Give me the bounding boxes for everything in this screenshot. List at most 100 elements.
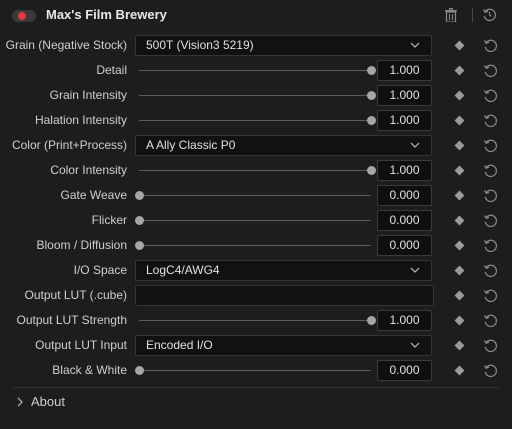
bloom-diffusion-value-field[interactable]: 0.000: [377, 235, 432, 256]
param-row-grain-negative-stock: Grain (Negative Stock) 500T (Vision3 5219…: [0, 33, 512, 58]
keyframe-diamond-icon[interactable]: [454, 215, 465, 226]
grain-negative-stock-dropdown[interactable]: 500T (Vision3 5219): [135, 35, 432, 56]
effect-title: Max's Film Brewery: [46, 7, 167, 22]
keyframe-diamond-icon[interactable]: [454, 90, 465, 101]
dropdown-value: A Ally Classic P0: [146, 138, 236, 152]
param-row-black-white: Black & White 0.000: [0, 358, 512, 383]
reset-all-icon[interactable]: [482, 7, 497, 22]
param-label: Grain Intensity: [49, 88, 127, 102]
reset-icon[interactable]: [483, 238, 498, 253]
chevron-down-icon: [410, 267, 420, 273]
dropdown-value: 500T (Vision3 5219): [146, 38, 254, 52]
param-row-color-intensity: Color Intensity 1.000: [0, 158, 512, 183]
param-label: Halation Intensity: [34, 113, 127, 127]
param-label: Output LUT (.cube): [24, 288, 128, 302]
param-row-grain-intensity: Grain Intensity 1.000: [0, 83, 512, 108]
reset-icon[interactable]: [483, 38, 498, 53]
param-row-detail: Detail 1.000: [0, 58, 512, 83]
param-row-output-lut-cube: Output LUT (.cube): [0, 283, 512, 308]
param-label: I/O Space: [73, 263, 127, 277]
color-intensity-value-field[interactable]: 1.000: [377, 160, 432, 181]
color-intensity-slider[interactable]: [139, 166, 376, 175]
reset-icon[interactable]: [483, 263, 498, 278]
about-section[interactable]: About: [0, 391, 512, 413]
param-label: Bloom / Diffusion: [36, 238, 128, 252]
gate-weave-value-field[interactable]: 0.000: [377, 185, 432, 206]
detail-value-field[interactable]: 1.000: [377, 60, 432, 81]
halation-intensity-slider[interactable]: [139, 116, 376, 125]
slider-handle[interactable]: [135, 366, 144, 375]
chevron-down-icon: [410, 342, 420, 348]
dropdown-value: LogC4/AWG4: [146, 263, 220, 277]
keyframe-diamond-icon[interactable]: [454, 290, 465, 301]
param-label: Color (Print+Process): [11, 138, 127, 152]
header-divider: [472, 8, 473, 22]
reset-icon[interactable]: [483, 188, 498, 203]
slider-handle[interactable]: [135, 241, 144, 250]
toggle-knob: [18, 12, 26, 20]
reset-icon[interactable]: [483, 63, 498, 78]
reset-icon[interactable]: [483, 138, 498, 153]
param-row-i-o-space: I/O Space LogC4/AWG4: [0, 258, 512, 283]
keyframe-diamond-icon[interactable]: [454, 340, 465, 351]
reset-icon[interactable]: [483, 213, 498, 228]
halation-intensity-value-field[interactable]: 1.000: [377, 110, 432, 131]
output-lut-input-dropdown[interactable]: Encoded I/O: [135, 335, 432, 356]
keyframe-diamond-icon[interactable]: [454, 315, 465, 326]
keyframe-diamond-icon[interactable]: [454, 240, 465, 251]
param-row-gate-weave: Gate Weave 0.000: [0, 183, 512, 208]
effect-enable-toggle[interactable]: [12, 10, 36, 22]
keyframe-diamond-icon[interactable]: [454, 365, 465, 376]
chevron-down-icon: [410, 142, 420, 148]
reset-icon[interactable]: [483, 88, 498, 103]
reset-icon[interactable]: [483, 313, 498, 328]
reset-icon[interactable]: [483, 363, 498, 378]
slider-handle[interactable]: [367, 166, 376, 175]
black-white-value-field[interactable]: 0.000: [377, 360, 432, 381]
param-label: Detail: [96, 63, 127, 77]
param-label: Output LUT Strength: [16, 313, 127, 327]
keyframe-diamond-icon[interactable]: [454, 115, 465, 126]
output-lut-strength-value-field[interactable]: 1.000: [377, 310, 432, 331]
keyframe-diamond-icon[interactable]: [454, 165, 465, 176]
param-row-flicker: Flicker 0.000: [0, 208, 512, 233]
reset-icon[interactable]: [483, 338, 498, 353]
chevron-right-icon: [17, 397, 23, 407]
param-row-output-lut-input: Output LUT Input Encoded I/O: [0, 333, 512, 358]
keyframe-diamond-icon[interactable]: [454, 265, 465, 276]
param-label: Color Intensity: [50, 163, 127, 177]
output-lut-cube-input[interactable]: [135, 285, 434, 306]
slider-handle[interactable]: [367, 316, 376, 325]
keyframe-diamond-icon[interactable]: [454, 140, 465, 151]
keyframe-diamond-icon[interactable]: [454, 65, 465, 76]
slider-handle[interactable]: [135, 191, 144, 200]
grain-intensity-slider[interactable]: [139, 91, 376, 100]
param-row-output-lut-strength: Output LUT Strength 1.000: [0, 308, 512, 333]
gate-weave-slider[interactable]: [135, 191, 371, 200]
keyframe-diamond-icon[interactable]: [454, 190, 465, 201]
slider-handle[interactable]: [367, 66, 376, 75]
flicker-slider[interactable]: [135, 216, 371, 225]
dropdown-value: Encoded I/O: [146, 338, 213, 352]
detail-slider[interactable]: [139, 66, 376, 75]
output-lut-strength-slider[interactable]: [139, 316, 376, 325]
param-label: Output LUT Input: [35, 338, 127, 352]
flicker-value-field[interactable]: 0.000: [377, 210, 432, 231]
slider-handle[interactable]: [367, 116, 376, 125]
keyframe-diamond-icon[interactable]: [454, 40, 465, 51]
param-row-halation-intensity: Halation Intensity 1.000: [0, 108, 512, 133]
reset-icon[interactable]: [483, 288, 498, 303]
trash-icon[interactable]: [445, 8, 457, 22]
slider-handle[interactable]: [367, 91, 376, 100]
i-o-space-dropdown[interactable]: LogC4/AWG4: [135, 260, 432, 281]
param-label: Gate Weave: [60, 188, 127, 202]
black-white-slider[interactable]: [135, 366, 371, 375]
reset-icon[interactable]: [483, 113, 498, 128]
param-row-bloom-diffusion: Bloom / Diffusion 0.000: [0, 233, 512, 258]
param-row-color-print-process: Color (Print+Process) A Ally Classic P0: [0, 133, 512, 158]
bloom-diffusion-slider[interactable]: [135, 241, 371, 250]
reset-icon[interactable]: [483, 163, 498, 178]
color-print-process-dropdown[interactable]: A Ally Classic P0: [135, 135, 432, 156]
slider-handle[interactable]: [135, 216, 144, 225]
grain-intensity-value-field[interactable]: 1.000: [377, 85, 432, 106]
